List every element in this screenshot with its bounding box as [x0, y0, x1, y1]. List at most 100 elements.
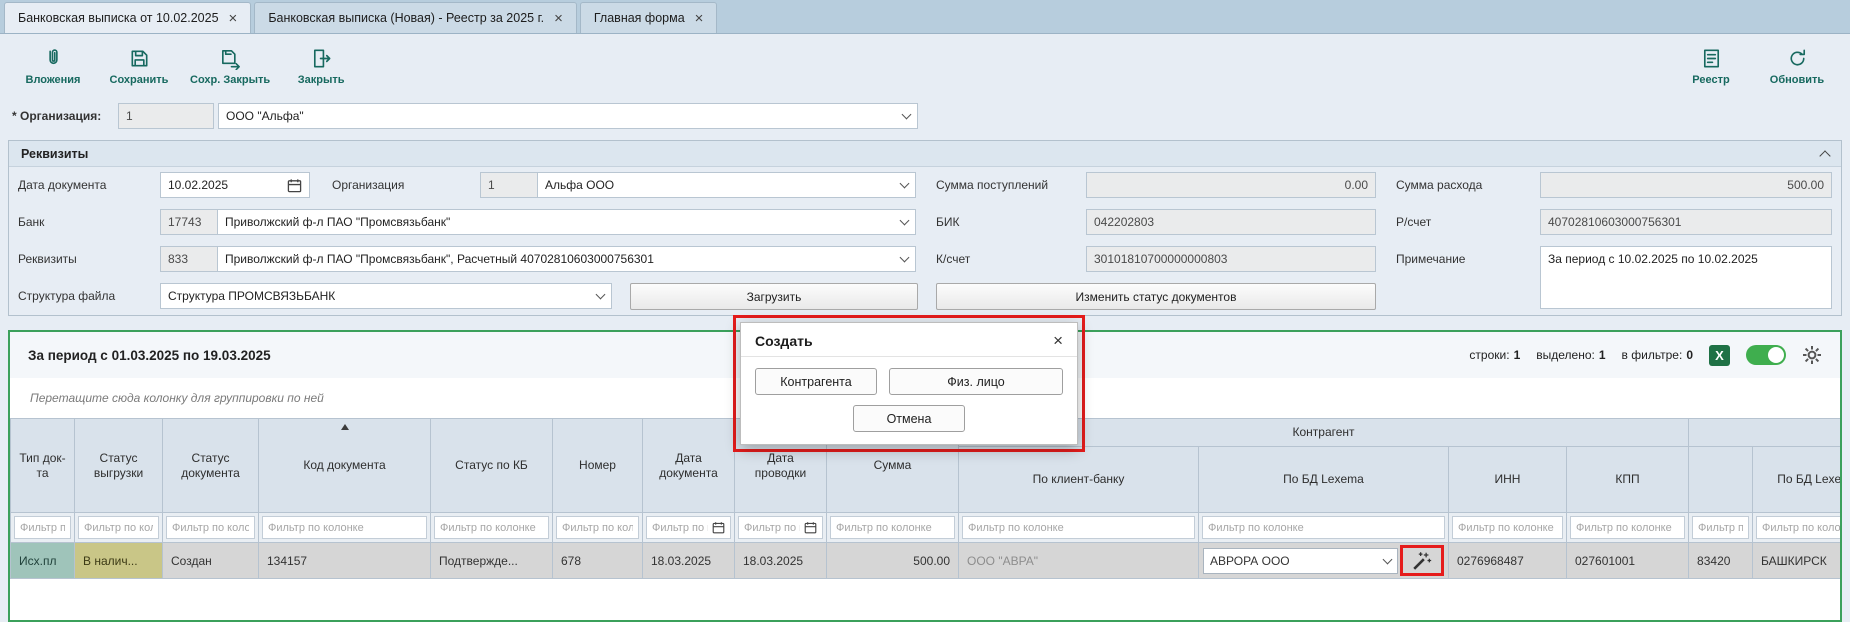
cell-doc-date[interactable]: 18.03.2025	[643, 543, 735, 579]
cancel-button[interactable]: Отмена	[853, 405, 965, 432]
filter-input[interactable]	[1208, 522, 1439, 534]
cell-doc-type[interactable]: Исх.пл	[11, 543, 75, 579]
toggle-switch[interactable]	[1746, 345, 1786, 365]
cell-kb-status[interactable]: Подтвержде...	[431, 543, 553, 579]
cell-doc-code[interactable]: 134157	[259, 543, 431, 579]
bank-code-field[interactable]: 17743	[160, 209, 218, 235]
filter-cell	[827, 513, 959, 543]
column-header-extra[interactable]	[1689, 447, 1753, 513]
chevron-down-icon	[902, 110, 912, 120]
cell-amount[interactable]: 500.00	[827, 543, 959, 579]
filter-cell-date	[735, 513, 827, 543]
chevron-down-icon	[596, 290, 606, 300]
tab-main-form[interactable]: Главная форма ×	[580, 2, 718, 33]
grid-period-title: За период с 01.03.2025 по 19.03.2025	[28, 348, 271, 363]
income-field[interactable]: 0.00	[1086, 172, 1376, 198]
filter-input[interactable]	[268, 522, 421, 534]
doc-date-field[interactable]: 10.02.2025	[160, 172, 310, 198]
close-button[interactable]: Закрыть	[278, 37, 364, 95]
column-header-number[interactable]: Номер	[553, 419, 643, 513]
tab-bank-statement-registry[interactable]: Банковская выписка (Новая) - Реестр за 2…	[254, 2, 577, 33]
column-header-doc-status[interactable]: Статус документа	[163, 419, 259, 513]
load-button[interactable]: Загрузить	[630, 283, 918, 310]
table-row[interactable]: Исх.пл В налич... Создан 134157 Подтверж…	[11, 543, 1843, 579]
expense-field[interactable]: 500.00	[1540, 172, 1832, 198]
filter-input[interactable]	[744, 522, 800, 534]
column-header-inn[interactable]: ИНН	[1449, 447, 1567, 513]
registry-button[interactable]: Реестр	[1668, 37, 1754, 95]
calendar-icon[interactable]	[712, 521, 725, 534]
cell-by-client-bank[interactable]: ООО "АВРА"	[959, 543, 1199, 579]
tab-close-icon[interactable]: ×	[554, 11, 563, 26]
account-field[interactable]: 40702810603000756301	[1540, 209, 1832, 235]
bank-label: Банк	[18, 209, 44, 235]
column-header-doc-code[interactable]: Код документа	[259, 419, 431, 513]
calendar-icon[interactable]	[804, 521, 817, 534]
create-counterparty-button[interactable]: Контрагента	[755, 368, 877, 395]
tab-close-icon[interactable]: ×	[695, 11, 704, 26]
gear-icon[interactable]	[1802, 345, 1822, 365]
cell-posting-date[interactable]: 18.03.2025	[735, 543, 827, 579]
organization-select[interactable]: ООО "Альфа"	[218, 103, 918, 129]
tab-label: Банковская выписка от 10.02.2025	[18, 11, 219, 25]
column-header-bank-by-db[interactable]: По БД Lexema	[1753, 447, 1842, 513]
filter-input[interactable]	[652, 522, 708, 534]
cell-extra[interactable]: 83420	[1689, 543, 1753, 579]
column-header-upload-status[interactable]: Статус выгрузки	[75, 419, 163, 513]
organization-detail-select[interactable]: Альфа ООО	[537, 172, 916, 198]
refresh-button[interactable]: Обновить	[1754, 37, 1840, 95]
cell-bank-by-db[interactable]: БАШКИРСК	[1753, 543, 1842, 579]
column-header-kb-status[interactable]: Статус по КБ	[431, 419, 553, 513]
filter-input[interactable]	[440, 522, 543, 534]
change-status-button[interactable]: Изменить статус документов	[936, 283, 1376, 310]
tab-bar: Банковская выписка от 10.02.2025 × Банко…	[0, 0, 1850, 34]
filter-input[interactable]	[20, 522, 65, 534]
cell-doc-status[interactable]: Создан	[163, 543, 259, 579]
column-header-doc-type[interactable]: Тип док-та	[11, 419, 75, 513]
filter-cell-date	[643, 513, 735, 543]
cell-inn[interactable]: 0276968487	[1449, 543, 1567, 579]
filter-input[interactable]	[1762, 522, 1842, 534]
column-header-doc-date[interactable]: Дата документа	[643, 419, 735, 513]
column-header-kpp[interactable]: КПП	[1567, 447, 1689, 513]
organization-detail-code-field[interactable]: 1	[480, 172, 538, 198]
filter-input[interactable]	[562, 522, 633, 534]
filter-input[interactable]	[1698, 522, 1743, 534]
excel-export-icon[interactable]: X	[1709, 345, 1730, 366]
corr-account-field[interactable]: 30101810700000000803	[1086, 246, 1376, 272]
chevron-down-icon	[900, 179, 910, 189]
column-header-by-db-lexema[interactable]: По БД Lexema	[1199, 447, 1449, 513]
filter-input[interactable]	[1458, 522, 1557, 534]
save-button[interactable]: Сохранить	[96, 37, 182, 95]
collapse-panel-icon[interactable]	[1819, 150, 1830, 161]
selected-count: выделено:1	[1536, 348, 1605, 362]
tab-close-icon[interactable]: ×	[229, 11, 238, 26]
file-structure-select[interactable]: Структура ПРОМСВЯЗЬБАНК	[160, 283, 612, 309]
filter-input[interactable]	[1576, 522, 1679, 534]
tab-bank-statement[interactable]: Банковская выписка от 10.02.2025 ×	[4, 2, 251, 33]
note-textarea[interactable]: За период с 10.02.2025 по 10.02.2025	[1540, 246, 1832, 309]
filter-input[interactable]	[836, 522, 949, 534]
cell-kpp[interactable]: 027601001	[1567, 543, 1689, 579]
dialog-title: Создать	[755, 333, 813, 349]
dialog-close-icon[interactable]: ×	[1053, 332, 1063, 349]
filter-input[interactable]	[84, 522, 153, 534]
requisites-select[interactable]: Приволжский ф-л ПАО "Промсвязьбанк", Рас…	[217, 246, 916, 272]
bank-select[interactable]: Приволжский ф-л ПАО "Промсвязьбанк"	[217, 209, 916, 235]
filter-input[interactable]	[172, 522, 249, 534]
save-close-button[interactable]: Сохр. Закрыть	[182, 37, 278, 95]
filter-input[interactable]	[968, 522, 1189, 534]
income-label: Сумма поступлений	[936, 172, 1048, 198]
cell-upload-status[interactable]: В налич...	[75, 543, 163, 579]
magic-wand-icon[interactable]	[1411, 550, 1433, 572]
organization-row-label: * Организация:	[12, 103, 101, 129]
bik-field[interactable]: 042202803	[1086, 209, 1376, 235]
attachments-button[interactable]: Вложения	[10, 37, 96, 95]
lexema-counterparty-select[interactable]: АВРОРА ООО	[1203, 548, 1398, 574]
details-title: Реквизиты	[21, 147, 88, 161]
column-header-by-client-bank[interactable]: По клиент-банку	[959, 447, 1199, 513]
cell-number[interactable]: 678	[553, 543, 643, 579]
requisites-code-field[interactable]: 833	[160, 246, 218, 272]
organization-code-field[interactable]: 1	[118, 103, 214, 129]
create-person-button[interactable]: Физ. лицо	[889, 368, 1063, 395]
